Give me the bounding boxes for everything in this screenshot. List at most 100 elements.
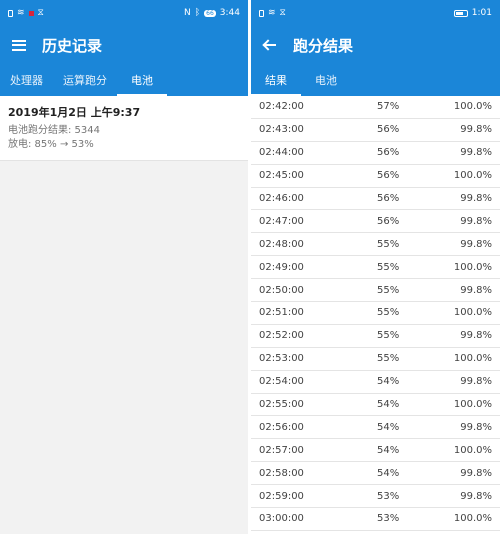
wifi-icon: ≋ [268, 8, 276, 18]
ratio-cell: 100.0% [453, 399, 492, 411]
sim-icon [259, 9, 264, 17]
battery-level-cell: 54% [377, 399, 400, 411]
battery-level-cell: 54% [377, 467, 400, 479]
time-cell: 02:46:00 [259, 193, 304, 204]
tab-results[interactable]: 结果 [251, 64, 301, 96]
battery-level-cell: 53% [377, 490, 400, 502]
back-arrow-icon[interactable] [263, 38, 277, 52]
page-title: 历史记录 [42, 36, 103, 55]
battery-level-cell: 54% [377, 444, 400, 456]
menu-icon[interactable] [12, 39, 26, 51]
tab-bar: 结果 电池 [251, 64, 500, 96]
status-time: 1:01 [471, 8, 492, 18]
time-cell: 02:51:00 [259, 307, 304, 319]
ratio-cell: 99.8% [460, 193, 492, 204]
ratio-cell: 100.0% [453, 261, 492, 273]
nfc-icon: Ν [184, 8, 191, 18]
table-row: 02:58:00 54% 99.8% [251, 462, 500, 486]
table-row: 02:52:00 55% 99.8% [251, 325, 500, 348]
battery-level-cell: 56% [377, 193, 400, 204]
battery-icon [453, 9, 468, 17]
battery-level-cell: 55% [377, 330, 400, 342]
ratio-cell: 99.8% [460, 376, 492, 388]
ratio-cell: 100.0% [453, 353, 492, 365]
tab-compute-score[interactable]: 运算跑分 [53, 64, 117, 96]
battery-level-cell: 54% [377, 376, 400, 388]
cast-icon: ⧖ [279, 8, 286, 18]
time-cell: 02:50:00 [259, 284, 304, 296]
time-cell: 02:59:00 [259, 490, 304, 502]
battery-level-cell: 55% [377, 284, 400, 296]
table-row: 02:54:00 54% 99.8% [251, 371, 500, 394]
entry-discharge: 放电: 85% → 53% [8, 139, 94, 150]
record-icon [28, 10, 34, 16]
table-row: 02:50:00 55% 99.8% [251, 279, 500, 303]
table-row: 02:43:00 56% 99.8% [251, 119, 500, 142]
ratio-cell: 100.0% [453, 101, 492, 113]
ratio-cell: 99.8% [460, 284, 492, 296]
battery-level-cell: 53% [377, 513, 400, 525]
entry-score: 电池跑分结果: 5344 [8, 125, 100, 136]
ratio-cell: 99.8% [460, 330, 492, 342]
table-row: 02:51:00 55% 100.0% [251, 302, 500, 325]
entry-date: 2019年1月2日 上午9:37 [8, 106, 141, 119]
time-cell: 02:56:00 [259, 421, 304, 433]
tab-battery[interactable]: 电池 [301, 64, 351, 96]
battery-level-cell: 56% [377, 147, 400, 159]
battery-level-cell: 56% [377, 215, 400, 227]
time-cell: 02:54:00 [259, 376, 304, 388]
time-cell: 02:57:00 [259, 444, 304, 456]
table-row: 02:44:00 56% 99.8% [251, 142, 500, 165]
table-row: 02:42:00 57% 100.0% [251, 96, 500, 119]
tab-bar: 处理器 运算跑分 电池 [0, 64, 248, 96]
time-cell: 02:53:00 [259, 353, 304, 365]
battery-level-cell: 56% [377, 170, 400, 182]
ratio-cell: 99.8% [460, 421, 492, 433]
time-cell: 02:58:00 [259, 467, 304, 479]
history-screen: ≋ ⧖ Ν ᛒ 66 3:44 历史记录 处理器 运算跑分 电池 2019年1月… [0, 0, 248, 534]
ratio-cell: 100.0% [453, 444, 492, 456]
page-title: 跑分结果 [293, 36, 354, 55]
history-entry[interactable]: 2019年1月2日 上午9:37 电池跑分结果: 5344 放电: 85% → … [0, 96, 248, 161]
battery-level-cell: 55% [377, 307, 400, 319]
ratio-cell: 99.8% [460, 467, 492, 479]
table-row: 02:57:00 54% 100.0% [251, 439, 500, 463]
app-bar: 跑分结果 [251, 26, 500, 64]
tab-battery[interactable]: 电池 [117, 64, 167, 96]
results-table: 02:42:00 57% 100.0% 02:43:00 56% 99.8% 02:44:0… [251, 96, 500, 531]
table-row: 02:53:00 55% 100.0% [251, 348, 500, 371]
ratio-cell: 100.0% [453, 170, 492, 182]
table-row: 02:45:00 56% 100.0% [251, 165, 500, 188]
battery-level-cell: 55% [377, 261, 400, 273]
sim-icon [8, 9, 13, 17]
time-cell: 02:44:00 [259, 147, 304, 159]
battery-level-cell: 55% [377, 238, 400, 250]
cast-icon: ⧖ [37, 8, 44, 18]
table-row: 02:48:00 55% 99.8% [251, 233, 500, 257]
status-bar: ≋ ⧖ Ν ᛒ 66 3:44 [0, 0, 248, 26]
battery-level-cell: 56% [377, 124, 400, 136]
table-row: 02:55:00 54% 100.0% [251, 394, 500, 417]
time-cell: 03:00:00 [259, 513, 304, 525]
ratio-cell: 99.8% [460, 215, 492, 227]
time-cell: 02:49:00 [259, 261, 304, 273]
results-screen: ≋ ⧖ 1:01 跑分结果 结果 电池 02:42:00 57% 100.0% 02:… [251, 0, 500, 534]
battery-level-cell: 57% [377, 101, 400, 113]
table-row: 02:59:00 53% 99.8% [251, 485, 500, 509]
ratio-cell: 99.8% [460, 147, 492, 159]
ratio-cell: 99.8% [460, 490, 492, 502]
time-cell: 02:55:00 [259, 399, 304, 411]
table-row: 02:46:00 56% 99.8% [251, 188, 500, 211]
ratio-cell: 99.8% [460, 238, 492, 250]
time-cell: 02:43:00 [259, 124, 304, 136]
tab-cpu[interactable]: 处理器 [0, 64, 53, 96]
ratio-cell: 100.0% [453, 307, 492, 319]
ratio-cell: 100.0% [453, 513, 492, 525]
table-row: 02:56:00 54% 99.8% [251, 416, 500, 440]
time-cell: 02:47:00 [259, 215, 304, 227]
battery-percent-pill: 66 [204, 9, 216, 17]
time-cell: 02:52:00 [259, 330, 304, 342]
battery-level-cell: 54% [377, 421, 400, 433]
wifi-icon: ≋ [17, 8, 25, 18]
status-bar: ≋ ⧖ 1:01 [251, 0, 500, 26]
